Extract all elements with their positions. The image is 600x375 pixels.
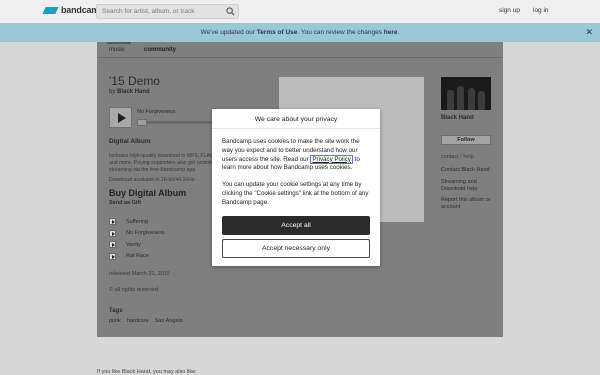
dialog-body: Bandcamp uses cookies to make the site w… [212, 138, 380, 208]
search-input[interactable] [97, 5, 222, 18]
terms-of-use-link[interactable]: Terms of Use [257, 29, 298, 36]
terms-update-banner: We've updated our Terms of Use. You can … [0, 23, 600, 42]
cookie-settings-note: You can update your cookie settings at a… [222, 181, 369, 206]
bandcamp-logo-mark [42, 6, 59, 14]
accept-necessary-button[interactable]: Accept necessary only [222, 239, 370, 258]
review-changes-link[interactable]: here [384, 29, 398, 36]
privacy-policy-link[interactable]: Privacy Policy [310, 154, 353, 164]
accept-all-button[interactable]: Accept all [222, 216, 370, 235]
banner-text-mid: . You can review the changes [297, 29, 384, 36]
dialog-title: We care about your privacy [212, 109, 380, 129]
banner-text-end: . [397, 29, 400, 36]
login-link[interactable]: log in [533, 7, 549, 14]
signup-link[interactable]: sign up [499, 7, 520, 14]
close-icon[interactable]: ✕ [585, 23, 593, 42]
search-box [96, 4, 239, 19]
search-icon[interactable] [226, 7, 235, 16]
cookie-explanation: Bandcamp uses cookies to make the site w… [222, 138, 370, 173]
banner-text-pre: We've updated our [200, 29, 257, 36]
privacy-dialog: We care about your privacy Bandcamp uses… [212, 109, 380, 266]
top-header: bandcamp sign up log in [0, 0, 600, 23]
